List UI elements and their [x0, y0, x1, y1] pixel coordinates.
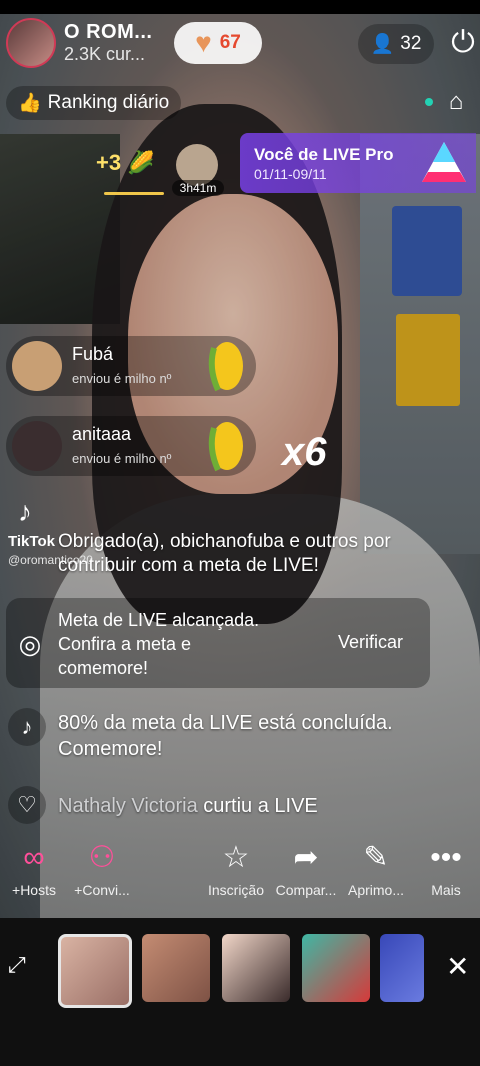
gift-detail: enviou é milho nº — [72, 451, 172, 466]
tiktok-wordmark: TikTok — [8, 533, 55, 550]
chat-message: 80% da meta da LIVE está concluída. Come… — [58, 712, 393, 760]
ranking-pill[interactable]: 👍 Ranking diário — [6, 86, 182, 120]
booster-bar — [104, 192, 164, 195]
corn-icon: 🌽 — [127, 150, 155, 175]
gift-sender: anitaaa — [72, 424, 132, 444]
effect-thumbnail[interactable] — [222, 934, 290, 1002]
chat-username[interactable]: Nathaly Victoria — [58, 795, 198, 817]
live-pro-title: Você de LIVE Pro — [254, 145, 394, 164]
host-followers: 2.3K cur... — [64, 44, 146, 64]
chat-message: Obrigado(a), obichanofuba e outros por c… — [58, 531, 391, 576]
pro-badge-icon — [422, 142, 466, 182]
power-icon[interactable]: ⏻ — [446, 26, 480, 60]
host-name: O ROM... — [64, 21, 153, 43]
online-dot — [425, 98, 433, 106]
like-counter[interactable]: ♥ 67 — [174, 22, 262, 64]
verify-button[interactable]: Verificar — [338, 632, 403, 653]
tiktok-icon: ♪ — [18, 496, 32, 527]
gift-detail: enviou é milho nº — [72, 371, 172, 386]
ranking-label: Ranking diário — [47, 92, 170, 113]
like-count: 67 — [219, 32, 241, 53]
enhance-button[interactable]: ✎ Aprimo... — [336, 838, 416, 898]
goal-message: Meta de LIVE alcançada. Confira a meta e… — [58, 610, 260, 678]
gift-avatar — [12, 421, 62, 471]
effect-thumbnail[interactable] — [380, 934, 424, 1002]
tiktok-note-icon: ♪ — [8, 708, 46, 746]
host-avatar[interactable] — [6, 18, 56, 68]
host-info[interactable]: O ROM... 2.3K cur... — [6, 16, 171, 70]
live-pro-dates: 01/11-09/11 — [254, 166, 327, 182]
goal-card[interactable]: ◎ Meta de LIVE alcançada. Confira a meta… — [6, 598, 430, 688]
more-icon: ••• — [430, 841, 462, 874]
effect-thumbnail[interactable] — [58, 934, 132, 1008]
home-icon[interactable]: ⌂ — [440, 86, 472, 118]
booster-count: +3 🌽 — [96, 150, 155, 175]
invite-icon: ⚇ — [88, 841, 116, 874]
effect-thumbnail[interactable] — [142, 934, 210, 1002]
target-icon: ◎ — [18, 629, 42, 659]
gift-combo: x6 — [282, 430, 327, 474]
subscribe-icon: ☆ — [222, 841, 250, 874]
corn-icon — [208, 342, 243, 392]
subscribe-button[interactable]: ☆ Inscrição — [196, 838, 276, 898]
booster-timer: 3h41m — [172, 180, 224, 196]
share-icon: ➦ — [293, 841, 319, 874]
more-button[interactable]: ••• Mais — [406, 838, 480, 898]
chat-message: Nathaly Victoria curtiu a LIVE — [58, 795, 318, 817]
viewer-count: 32 — [400, 33, 422, 54]
corn-icon — [208, 422, 243, 472]
viewer-counter[interactable]: 👤 32 — [358, 24, 434, 64]
heart-outline-icon: ♡ — [8, 786, 46, 824]
invite-button[interactable]: ⚇ +Convi... — [62, 838, 142, 898]
person-icon: 👤 — [370, 34, 395, 55]
enhance-icon: ✎ — [363, 841, 389, 874]
heart-icon: ♥ — [195, 27, 212, 58]
share-button[interactable]: ➦ Compar... — [266, 838, 346, 898]
expand-icon[interactable]: ⤢ — [8, 952, 32, 977]
status-bar — [0, 0, 480, 14]
live-pro-card[interactable]: Você de LIVE Pro 01/11-09/11 — [240, 133, 476, 193]
effect-thumbnail[interactable] — [302, 934, 370, 1002]
thumb-icon: 👍 — [18, 93, 42, 114]
live-toolbar: ∞ +Hosts ⚇ +Convi... ☆ Inscrição ➦ Compa… — [0, 838, 480, 918]
close-icon[interactable]: ✕ — [446, 950, 469, 983]
gift-avatar — [12, 341, 62, 391]
gift-sender: Fubá — [72, 344, 114, 364]
